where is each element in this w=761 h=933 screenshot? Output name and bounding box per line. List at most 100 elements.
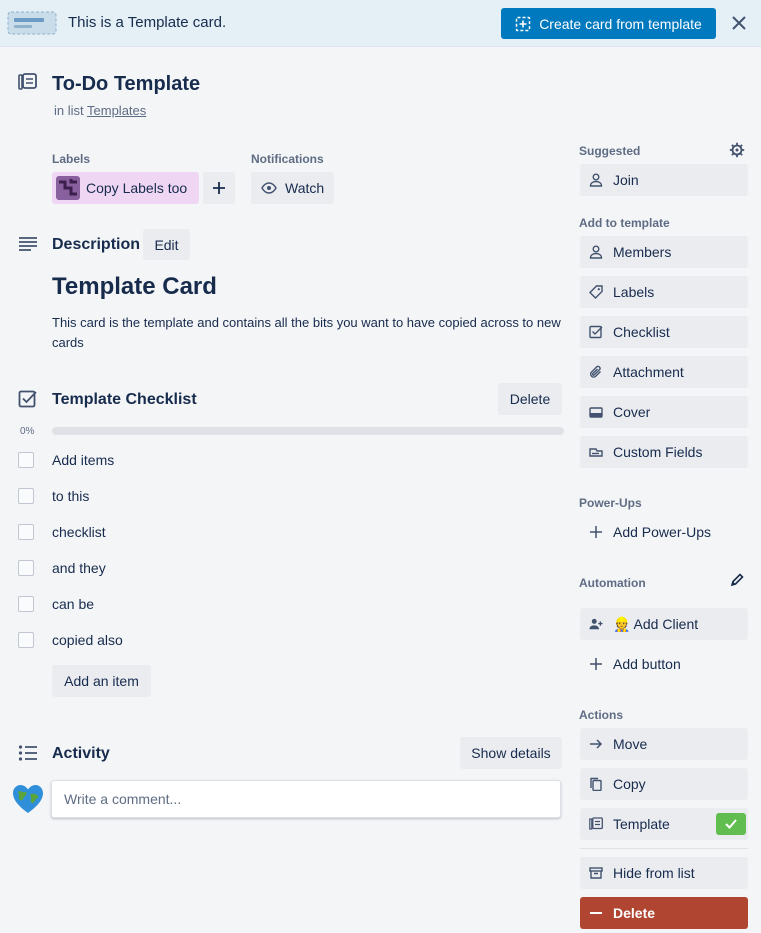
gear-icon[interactable]	[729, 142, 747, 160]
move-label: Move	[613, 736, 648, 752]
label-copy-labels-too[interactable]: Copy Labels too	[52, 172, 199, 204]
checklist-item[interactable]: can be	[18, 590, 558, 618]
edit-description-button[interactable]: Edit	[143, 229, 190, 260]
delete-button[interactable]: Delete	[580, 897, 748, 929]
delete-checklist-button[interactable]: Delete	[498, 383, 562, 415]
checklist-checkbox[interactable]	[18, 596, 34, 612]
checklist-checkbox[interactable]	[18, 632, 34, 648]
card-title[interactable]: To-Do Template	[52, 73, 200, 96]
template-label: Template	[613, 816, 670, 832]
description-icon	[18, 236, 38, 252]
add-card-icon	[515, 16, 531, 32]
pencil-icon[interactable]	[730, 573, 748, 591]
show-details-button[interactable]: Show details	[460, 737, 562, 769]
delete-label: Delete	[613, 905, 656, 921]
members-button[interactable]: Members	[580, 236, 748, 268]
checklist-progress-percent: 0%	[20, 426, 35, 437]
add-client-button[interactable]: 👷 Add Client	[580, 608, 748, 640]
check-icon	[725, 819, 737, 829]
label-pattern-icon	[56, 176, 80, 200]
template-enabled-check[interactable]	[716, 813, 746, 835]
copy-icon	[589, 777, 603, 791]
close-icon[interactable]	[728, 12, 750, 34]
powerups-heading: Power-Ups	[579, 496, 642, 510]
paperclip-icon	[589, 365, 603, 379]
tag-icon	[589, 285, 603, 299]
template-banner: This is a Template card. Create card fro…	[0, 0, 761, 47]
custom-fields-label: Custom Fields	[613, 444, 703, 460]
members-label: Members	[613, 244, 672, 260]
checklist-item-label: can be	[52, 596, 95, 612]
banner-text: This is a Template card.	[68, 14, 227, 31]
actions-divider	[580, 848, 748, 849]
list-link[interactable]: Templates	[87, 103, 146, 118]
checklist-button[interactable]: Checklist	[580, 316, 748, 348]
automation-heading: Automation	[579, 576, 646, 590]
add-item-button[interactable]: Add an item	[52, 665, 151, 697]
label-text: Copy Labels too	[86, 180, 188, 196]
minus-icon	[589, 906, 603, 920]
checklist-item[interactable]: to this	[18, 482, 558, 510]
create-card-label: Create card from template	[539, 15, 702, 32]
labels-button[interactable]: Labels	[580, 276, 748, 308]
labels-label: Labels	[613, 284, 655, 300]
move-button[interactable]: Move	[580, 728, 748, 760]
add-label-button[interactable]	[203, 172, 235, 204]
checklist-item-label: to this	[52, 488, 90, 504]
eye-icon	[261, 182, 277, 194]
checklist-checkbox[interactable]	[18, 488, 34, 504]
watch-button[interactable]: Watch	[251, 172, 334, 204]
custom-fields-icon	[589, 445, 603, 459]
activity-icon	[18, 744, 38, 762]
checkbox-icon	[589, 325, 603, 339]
add-powerups-label: Add Power-Ups	[613, 524, 712, 540]
checklist-item[interactable]: and they	[18, 554, 558, 582]
checklist-item[interactable]: copied also	[18, 626, 558, 654]
copy-button[interactable]: Copy	[580, 768, 748, 800]
checklist-checkbox[interactable]	[18, 452, 34, 468]
add-powerups-button[interactable]: Add Power-Ups	[580, 516, 748, 548]
in-list-prefix: in list	[54, 103, 84, 118]
checklist-item[interactable]: checklist	[18, 518, 558, 546]
add-person-icon	[589, 617, 603, 631]
plus-icon	[589, 525, 603, 539]
checklist-item-label: and they	[52, 560, 106, 576]
actions-heading: Actions	[579, 708, 624, 722]
description-title: Description	[52, 236, 141, 253]
attachment-label: Attachment	[613, 364, 684, 380]
card-icon	[18, 73, 38, 93]
suggested-heading: Suggested	[579, 144, 641, 158]
checklist-label: Checklist	[613, 324, 670, 340]
add-to-template-heading: Add to template	[579, 216, 670, 230]
cover-button[interactable]: Cover	[580, 396, 748, 428]
join-button[interactable]: Join	[580, 164, 748, 196]
hide-from-list-button[interactable]: Hide from list	[580, 857, 748, 889]
add-client-label: 👷 Add Client	[613, 615, 699, 632]
checklist-title[interactable]: Template Checklist	[52, 391, 197, 409]
plus-icon	[212, 181, 226, 195]
checklist-item-label: copied also	[52, 632, 123, 648]
checklist-item[interactable]: Add items	[18, 446, 558, 474]
checklist-item-label: checklist	[52, 524, 106, 540]
checklist-progress-bar	[52, 427, 564, 435]
attachment-button[interactable]: Attachment	[580, 356, 748, 388]
checklist-checkbox[interactable]	[18, 524, 34, 540]
person-icon	[589, 245, 603, 259]
plus-icon	[589, 657, 603, 671]
cover-label: Cover	[613, 404, 651, 420]
custom-fields-button[interactable]: Custom Fields	[580, 436, 748, 468]
checklist-checkbox[interactable]	[18, 560, 34, 576]
labels-heading: Labels	[52, 152, 91, 166]
add-button-button[interactable]: Add button	[580, 648, 748, 680]
cover-icon	[589, 405, 603, 419]
avatar[interactable]	[12, 784, 44, 814]
hide-from-list-label: Hide from list	[613, 865, 695, 881]
in-list-text: in list Templates	[54, 103, 146, 118]
create-card-from-template-button[interactable]: Create card from template	[501, 8, 716, 39]
copy-label: Copy	[613, 776, 646, 792]
template-card-icon	[6, 9, 58, 37]
notifications-heading: Notifications	[251, 152, 324, 166]
person-icon	[589, 173, 603, 187]
checklist-icon	[18, 389, 38, 409]
comment-input[interactable]	[51, 780, 561, 818]
